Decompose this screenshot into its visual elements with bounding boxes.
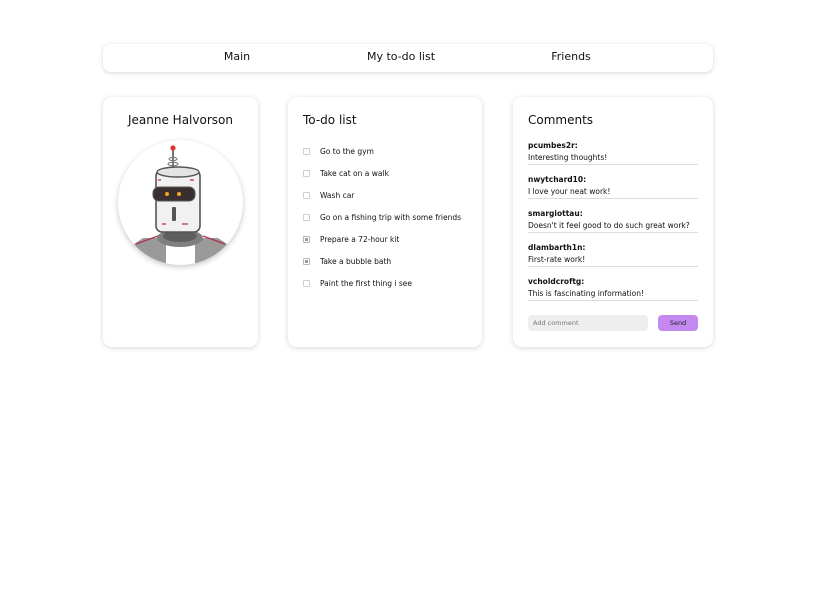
todo-checkbox[interactable] <box>303 235 310 243</box>
todo-item[interactable]: Prepare a 72-hour kit <box>303 228 461 250</box>
todo-label: Paint the first thing i see <box>320 278 412 288</box>
tab-my-todo-list[interactable]: My to-do list <box>367 50 435 63</box>
comment-divider <box>528 232 698 233</box>
comment-divider <box>528 164 698 165</box>
comment-text: Doesn't it feel good to do such great wo… <box>528 221 690 230</box>
todo-label: Go on a fishing trip with some friends <box>320 212 462 222</box>
comment-divider <box>528 266 698 267</box>
todo-checkbox[interactable] <box>303 279 310 287</box>
todo-checkbox[interactable] <box>303 169 310 177</box>
comment-item: vcholdcroftg: This is fascinating inform… <box>528 276 698 310</box>
comment-text: I love your neat work! <box>528 187 611 196</box>
comment-username: vcholdcroftg: <box>528 277 585 286</box>
avatar <box>118 140 243 265</box>
todo-checkbox[interactable] <box>303 257 310 265</box>
profile-name: Jeanne Halvorson <box>128 113 233 127</box>
comment-divider <box>528 300 698 301</box>
comment-username: pcumbes2r: <box>528 141 578 150</box>
send-button[interactable]: Send <box>658 315 698 331</box>
comment-username: smargiottau: <box>528 209 583 218</box>
comments-card: Comments pcumbes2r: Interesting thoughts… <box>513 97 713 347</box>
todo-checkbox[interactable] <box>303 147 310 155</box>
comment-text: This is fascinating information! <box>528 289 645 298</box>
comment-list: pcumbes2r: Interesting thoughts! nwytcha… <box>528 140 698 310</box>
tab-main[interactable]: Main <box>224 50 250 63</box>
add-comment-input[interactable] <box>528 315 648 331</box>
todo-item[interactable]: Go on a fishing trip with some friends <box>303 206 461 228</box>
robot-avatar-icon <box>128 145 233 265</box>
todo-item[interactable]: Wash car <box>303 184 461 206</box>
comment-divider <box>528 198 698 199</box>
todo-label: Prepare a 72-hour kit <box>320 234 400 244</box>
todo-list: Go to the gym Take cat on a walk Wash ca… <box>303 140 461 294</box>
comment-item: dlambarth1n: First-rate work! <box>528 242 698 276</box>
todo-item[interactable]: Go to the gym <box>303 140 461 162</box>
todo-item[interactable]: Take a bubble bath <box>303 250 461 272</box>
tab-friends[interactable]: Friends <box>551 50 591 63</box>
todo-card: To-do list Go to the gym Take cat on a w… <box>288 97 482 347</box>
todo-item[interactable]: Paint the first thing i see <box>303 272 461 294</box>
comments-title: Comments <box>528 113 594 127</box>
comment-item: smargiottau: Doesn't it feel good to do … <box>528 208 698 242</box>
profile-card: Jeanne Halvorson <box>103 97 258 347</box>
todo-label: Go to the gym <box>320 146 374 156</box>
todo-label: Take a bubble bath <box>320 256 392 266</box>
comment-username: nwytchard10: <box>528 175 587 184</box>
todo-title: To-do list <box>303 113 357 127</box>
comment-item: pcumbes2r: Interesting thoughts! <box>528 140 698 174</box>
comment-text: First-rate work! <box>528 255 586 264</box>
comment-username: dlambarth1n: <box>528 243 586 252</box>
todo-label: Take cat on a walk <box>320 168 389 178</box>
comment-item: nwytchard10: I love your neat work! <box>528 174 698 208</box>
todo-item[interactable]: Take cat on a walk <box>303 162 461 184</box>
todo-label: Wash car <box>320 190 355 200</box>
comment-text: Interesting thoughts! <box>528 153 608 162</box>
todo-checkbox[interactable] <box>303 213 310 221</box>
todo-checkbox[interactable] <box>303 191 310 199</box>
top-nav: Main My to-do list Friends <box>103 44 713 72</box>
